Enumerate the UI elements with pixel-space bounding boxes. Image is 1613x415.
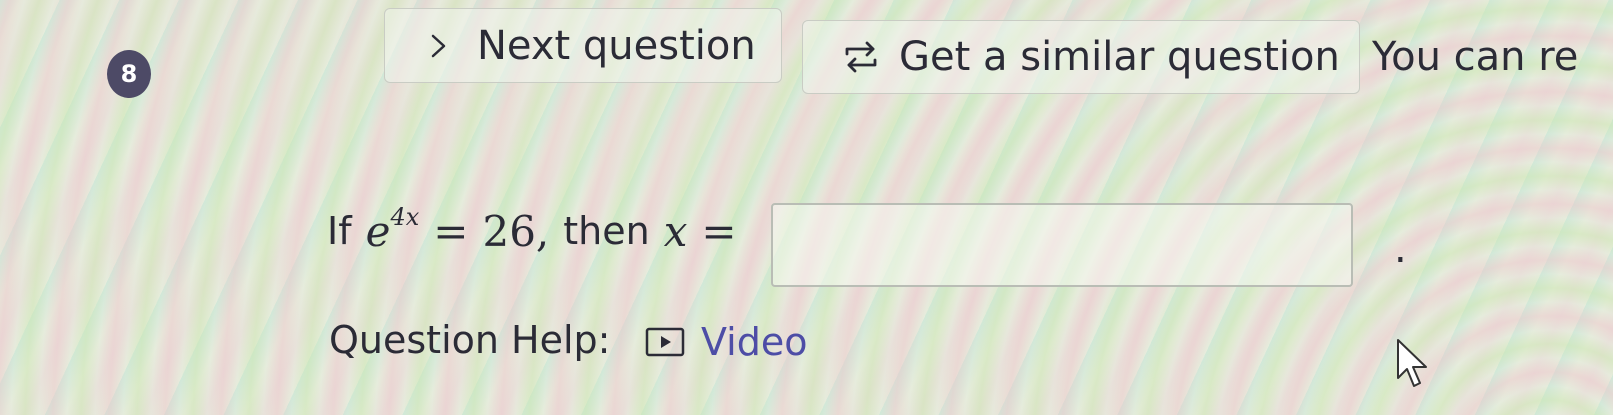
- question-text: If e4x = 26, then x =: [327, 196, 751, 266]
- toolbar-cutoff-text: You can re: [1372, 34, 1579, 80]
- answer-input[interactable]: [771, 203, 1353, 287]
- question-help-label: Question Help:: [329, 318, 611, 362]
- next-question-button[interactable]: Next question: [384, 8, 782, 83]
- repeat-icon: [845, 41, 877, 73]
- question-number: 8: [120, 60, 138, 88]
- play-icon: [645, 327, 685, 357]
- question-period: .: [1394, 226, 1407, 272]
- math-exponent: 4x: [390, 202, 420, 231]
- equals-sign: =: [433, 206, 469, 256]
- question-prefix: If: [327, 209, 352, 253]
- similar-question-button[interactable]: Get a similar question: [802, 20, 1360, 94]
- question-number-badge: 8: [107, 50, 151, 98]
- math-value: 26,: [482, 206, 550, 256]
- mouse-pointer-icon: [1397, 339, 1427, 387]
- video-link-label: Video: [701, 320, 808, 364]
- math-variable: x: [663, 206, 688, 256]
- similar-question-label: Get a similar question: [899, 34, 1340, 80]
- video-help-link[interactable]: Video: [645, 320, 807, 364]
- then-text: then: [563, 209, 650, 253]
- chevron-right-icon: [431, 34, 446, 57]
- math-base: e4x: [365, 202, 420, 256]
- equals-sign-2: =: [701, 206, 737, 256]
- next-question-label: Next question: [477, 22, 756, 69]
